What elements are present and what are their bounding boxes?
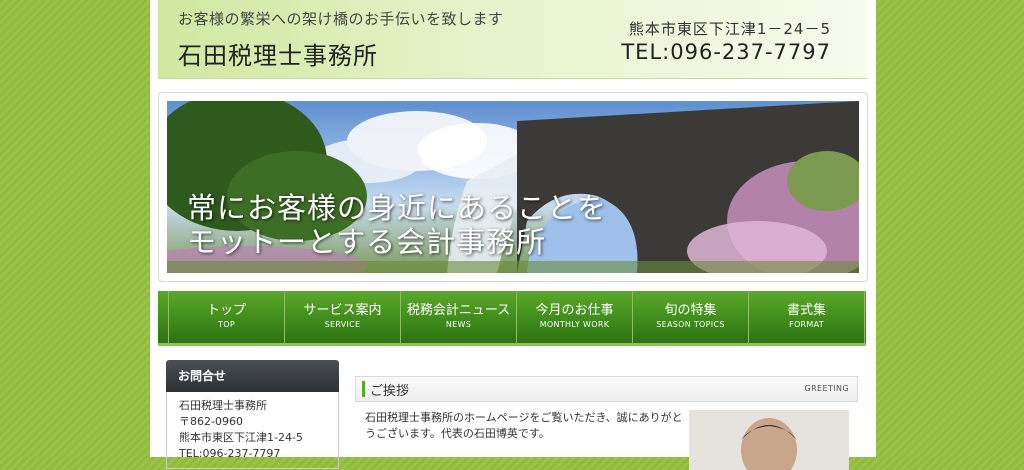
contact-firm: 石田税理士事務所 [179,399,267,412]
nav-item-news[interactable]: 税務会計ニュース NEWS [401,291,517,343]
greeting-text: 石田税理士事務所のホームページをご覧いただき、誠にありがと うございます。代表の… [365,410,695,442]
nav-sublabel: SERVICE [324,320,361,329]
nav-label: 税務会計ニュース [406,303,511,318]
site-header: お客様の繁栄への架け橋のお手伝いを致します 石田税理士事務所 熊本市東区下江津1… [158,0,867,79]
hero-frame: 常にお客様の身近にあることを モットーとする会計事務所 [158,92,868,282]
page-container: お客様の繁栄への架け橋のお手伝いを致します 石田税理士事務所 熊本市東区下江津1… [150,0,876,470]
main-nav: トップ TOP サービス案内 SERVICE 税務会計ニュース NEWS 今月の… [158,291,866,346]
section-subtitle: GREETING [804,384,849,393]
main-content: ご挨拶 GREETING 石田税理士事務所のホームページをご覧いただき、誠にあり… [355,376,858,470]
nav-item-monthly-work[interactable]: 今月のお仕事 MONTHLY WORK [517,291,633,343]
section-accent-bar [362,381,365,397]
nav-item-top[interactable]: トップ TOP [168,291,285,343]
hero-line-2: モットーとする会計事務所 [187,225,547,259]
section-title: ご挨拶 [370,384,410,399]
greeting-line-1: 石田税理士事務所のホームページをご覧いただき、誠にありがと [365,411,683,424]
greeting-line-2: うございます。代表の石田博英です。 [365,427,550,440]
contact-postal: 〒862-0960 [179,415,243,428]
representative-photo [689,410,849,470]
nav-item-service[interactable]: サービス案内 SERVICE [285,291,401,343]
nav-sublabel: TOP [218,320,235,329]
header-tel: TEL:096-237-7797 [621,40,831,64]
hero-banner: 常にお客様の身近にあることを モットーとする会計事務所 [167,101,859,273]
nav-sublabel: MONTHLY WORK [539,320,610,329]
nav-item-season-topics[interactable]: 旬の特集 SEASON TOPICS [633,291,749,343]
nav-sublabel: NEWS [445,320,472,329]
site-logo-name[interactable]: 石田税理士事務所 [178,36,378,71]
nav-label: 旬の特集 [664,303,717,318]
header-address: 熊本市東区下江津1－24－5 [628,20,831,38]
nav-item-format[interactable]: 書式集 FORMAT [749,291,865,343]
sidebar-contact: お問合せ 石田税理士事務所 〒862-0960 熊本市東区下江津1-24-5 T… [166,360,339,469]
section-heading: ご挨拶 GREETING [355,376,858,402]
sidebar-heading: お問合せ [166,360,339,392]
nav-sublabel: FORMAT [789,320,824,329]
nav-sublabel: SEASON TOPICS [656,320,725,329]
portrait-image [689,410,849,470]
site-tagline: お客様の繁栄への架け橋のお手伝いを致します [178,10,504,28]
nav-label: サービス案内 [303,303,382,318]
hero-line-1: 常にお客様の身近にあることを [187,191,608,225]
sidebar-contact-body: 石田税理士事務所 〒862-0960 熊本市東区下江津1-24-5 TEL:09… [166,392,339,469]
nav-label: 今月のお仕事 [535,303,614,318]
nav-label: トップ [206,303,246,318]
contact-tel: TEL:096-237-7797 [179,447,281,460]
hero-caption: 常にお客様の身近にあることを モットーとする会計事務所 [187,191,607,259]
contact-address: 熊本市東区下江津1-24-5 [179,431,303,444]
nav-label: 書式集 [786,303,826,318]
